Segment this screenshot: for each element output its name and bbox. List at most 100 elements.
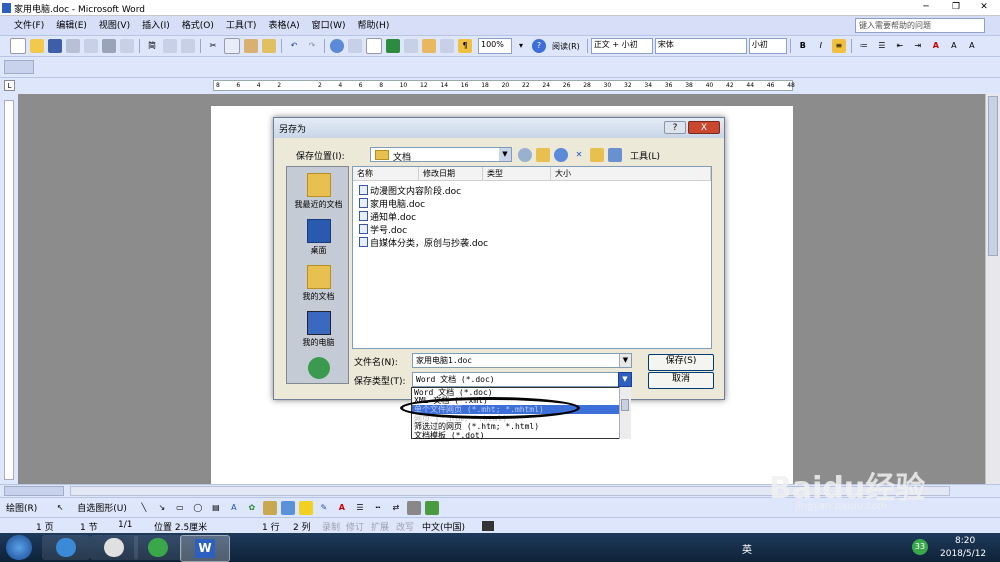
rectangle-icon[interactable]: ▭ <box>173 501 187 515</box>
menu-window[interactable]: 窗口(W) <box>306 16 352 36</box>
column-header-name[interactable]: 名称 <box>353 167 419 181</box>
place-my-documents[interactable]: 我的文档 <box>287 265 350 302</box>
paste-icon[interactable] <box>244 39 258 53</box>
maximize-button[interactable]: ❐ <box>942 0 970 14</box>
cut-icon[interactable]: ✂ <box>206 39 220 53</box>
wordart-icon[interactable]: A <box>227 501 241 515</box>
open-icon[interactable] <box>30 39 44 53</box>
tray-badge[interactable]: 33 <box>912 539 928 555</box>
tray-icons[interactable] <box>760 541 900 553</box>
arrow-style-icon[interactable]: ⇄ <box>389 501 403 515</box>
simplified-traditional-icon[interactable]: 简 <box>145 39 159 53</box>
undo-icon[interactable]: ↶ <box>287 39 301 53</box>
menu-format[interactable]: 格式(O) <box>176 16 220 36</box>
vertical-ruler-scale[interactable] <box>4 100 14 480</box>
bold-icon[interactable]: B <box>796 39 810 53</box>
drawing-icon[interactable] <box>422 39 436 53</box>
permission-icon[interactable] <box>66 39 80 53</box>
insert-table-icon[interactable] <box>366 38 382 54</box>
up-folder-icon[interactable] <box>536 148 550 162</box>
grow-font-icon[interactable]: A <box>947 39 961 53</box>
3d-icon[interactable] <box>424 500 439 515</box>
toolbar-handle[interactable] <box>4 60 34 74</box>
chevron-down-icon[interactable]: ▼ <box>619 354 631 367</box>
menu-view[interactable]: 视图(V) <box>93 16 136 36</box>
draw-menu[interactable]: 绘图(R) <box>6 501 37 514</box>
research-icon[interactable] <box>181 39 195 53</box>
font-select[interactable]: 宋体 <box>654 38 747 54</box>
filetype-option[interactable]: 筛选过的网页 (*.htm; *.html) <box>412 422 622 431</box>
taskbar-app-360[interactable] <box>134 535 182 560</box>
chevron-down-icon[interactable]: ▾ <box>514 39 528 53</box>
back-icon[interactable] <box>518 148 532 162</box>
scroll-thumb[interactable] <box>988 96 998 256</box>
oval-icon[interactable]: ◯ <box>191 501 205 515</box>
column-header-size[interactable]: 大小 <box>551 167 711 181</box>
filetype-option[interactable]: 文档模板 (*.dot) <box>412 431 622 440</box>
menu-tools[interactable]: 工具(T) <box>220 16 263 36</box>
column-header-type[interactable]: 类型 <box>483 167 551 181</box>
decrease-indent-icon[interactable]: ⇤ <box>893 39 907 53</box>
view-buttons[interactable] <box>4 486 64 496</box>
show-hide-icon[interactable]: ¶ <box>458 39 472 53</box>
italic-icon[interactable]: I <box>814 39 828 53</box>
select-objects-icon[interactable]: ↖ <box>53 501 67 515</box>
tables-borders-icon[interactable] <box>348 39 362 53</box>
vertical-scrollbar[interactable] <box>985 94 1000 484</box>
shrink-font-icon[interactable]: A <box>965 39 979 53</box>
font-size-select[interactable]: 小初 <box>748 38 787 54</box>
list-item[interactable]: 家用电脑.doc <box>359 198 425 211</box>
taskbar-app-ie[interactable] <box>42 535 90 560</box>
location-select[interactable]: 文档 ▼ <box>370 147 512 163</box>
delete-icon[interactable]: ✕ <box>572 148 586 162</box>
help-search-input[interactable]: 键入需要帮助的问题 <box>855 18 985 33</box>
document-map-icon[interactable] <box>440 39 454 53</box>
taskbar-app-qq[interactable] <box>90 535 138 560</box>
tab-selector[interactable]: L <box>4 80 15 91</box>
chevron-down-icon[interactable]: ▼ <box>618 372 632 387</box>
filename-input[interactable]: 家用电脑1.doc <box>412 353 632 368</box>
views-icon[interactable] <box>608 148 622 162</box>
email-icon[interactable] <box>84 39 98 53</box>
new-doc-icon[interactable] <box>10 38 26 54</box>
help-icon[interactable]: ? <box>532 39 546 53</box>
status-record[interactable]: 录制 <box>322 520 340 533</box>
print-icon[interactable] <box>102 39 116 53</box>
place-recent[interactable]: 我最近的文档 <box>287 173 350 210</box>
list-item[interactable]: 学号.doc <box>359 224 407 237</box>
cancel-button[interactable]: 取消 <box>648 372 714 389</box>
list-item[interactable]: 自媒体分类，原创与抄袭.doc <box>359 237 488 250</box>
numbering-icon[interactable]: ≔ <box>857 39 871 53</box>
menu-help[interactable]: 帮助(H) <box>352 16 396 36</box>
ime-indicator[interactable]: 英 <box>742 541 752 556</box>
place-desktop[interactable]: 桌面 <box>287 219 350 256</box>
menu-file[interactable]: 文件(F) <box>8 16 50 36</box>
columns-icon[interactable] <box>404 39 418 53</box>
menu-insert[interactable]: 插入(I) <box>136 16 176 36</box>
line-color-icon[interactable]: ✎ <box>317 501 331 515</box>
copy-icon[interactable] <box>224 38 240 54</box>
list-item[interactable]: 动漫图文内容阶段.doc <box>359 185 461 198</box>
menu-edit[interactable]: 编辑(E) <box>50 16 93 36</box>
search-web-icon[interactable] <box>554 148 568 162</box>
save-button[interactable]: 保存(S) <box>648 354 714 371</box>
line-style-icon[interactable]: ☰ <box>353 501 367 515</box>
filetype-select[interactable]: Word 文档 (*.doc) <box>412 372 632 387</box>
chevron-down-icon[interactable]: ▼ <box>499 148 511 161</box>
ruler-scale[interactable]: 8 6 4 2 2 4 6 8 10 12 14 16 18 20 22 24 26 28 30 32 34 36 38 40… <box>213 80 795 91</box>
place-my-computer[interactable]: 我的电脑 <box>287 311 350 348</box>
bullets-icon[interactable]: ☰ <box>875 39 889 53</box>
textbox-icon[interactable]: ▤ <box>209 501 223 515</box>
dialog-close-button[interactable]: X <box>688 121 720 134</box>
close-button[interactable]: ✕ <box>970 0 998 14</box>
scroll-thumb[interactable] <box>621 399 629 411</box>
menu-table[interactable]: 表格(A) <box>262 16 305 36</box>
clock-date[interactable]: 2018/5/12 <box>940 549 986 559</box>
status-track-changes[interactable]: 修订 <box>346 520 364 533</box>
font-color-icon[interactable]: A <box>929 39 943 53</box>
picture-icon[interactable] <box>280 500 295 515</box>
place-network[interactable] <box>287 357 350 381</box>
clock-time[interactable]: 8:20 <box>955 536 975 546</box>
print-preview-icon[interactable] <box>120 39 134 53</box>
taskbar-app-word[interactable]: W <box>180 535 230 562</box>
